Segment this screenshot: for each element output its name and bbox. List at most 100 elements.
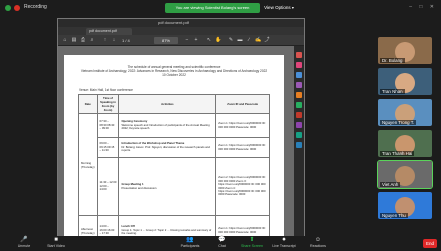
select-tool-icon[interactable]: ↖ (206, 37, 212, 43)
participant-name: Nguyen Thu (380, 213, 408, 218)
participant-tile[interactable]: Dr. Bolang (378, 37, 432, 64)
draw-icon[interactable]: ∕ (246, 37, 252, 43)
activity-text: Presentation and discussion (121, 185, 157, 190)
view-options-label: View Options (264, 5, 291, 10)
participant-name: Dr. Bolang (380, 58, 405, 63)
comment-icon[interactable]: ✎ (228, 37, 234, 43)
col-header-activities: Activities (118, 94, 217, 114)
table-cell-time: 07:30 – 08:30 08:30 – 09:00 (96, 113, 120, 138)
pdf-right-toolbar (294, 46, 304, 236)
zoom-window: Recording You are viewing Scientist Bola… (0, 0, 441, 251)
table-cell-activity: Opening Ceremony Welcome speech and Intr… (118, 113, 217, 138)
unmute-button[interactable]: 🎤 Unmute (6, 237, 42, 251)
col-header-time: Time of Speaking in Zoom (by Zoom) (96, 94, 120, 114)
participants-label: Participants (180, 244, 200, 248)
table-row: 11:30 – 12:00 12:00 – 14:00 Group Meetin… (79, 157, 270, 216)
table-cell-zoom: Zoom 1: https://zoom.us/j/0000000 ID: 00… (215, 137, 270, 158)
sign-icon[interactable]: ✍ (255, 37, 261, 43)
highlight-icon[interactable]: ▬ (237, 37, 243, 43)
view-options-button[interactable]: View Options ▾ (262, 3, 296, 13)
share-screen-button[interactable]: ⬆ Share Screen (234, 237, 270, 251)
unmute-label: Unmute (17, 244, 31, 248)
optimize-icon[interactable] (296, 132, 302, 138)
table-cell-time: 09:00 – 09:15 09:15 – 11:30 (96, 137, 120, 158)
start-video-label: Start Video (47, 244, 65, 248)
screen-share-banner: You are viewing Scientist Bolang's scree… (165, 3, 260, 13)
pdf-page: The schedule of annual general meeting a… (64, 55, 284, 246)
reactions-label: Reactions (310, 244, 326, 248)
participant-tile-active-speaker[interactable]: Viet Anh (377, 160, 433, 189)
participant-name: Tran Nhan (380, 89, 405, 94)
zoom-in-icon[interactable]: + (193, 37, 199, 43)
window-controls[interactable]: – □ ✕ (409, 4, 437, 10)
chevron-down-icon: ▾ (291, 5, 294, 10)
document-venue: Venue: Main Hall, 1st floor conference (79, 88, 133, 92)
export-pdf-icon[interactable] (296, 52, 302, 58)
table-cell-activity: Group Meeting 1 Presentation and discuss… (118, 157, 217, 216)
organize-pages-icon[interactable] (296, 102, 302, 108)
col-header-zoom: Zoom ID and Passcode (215, 94, 270, 114)
participant-panel: Dr. Bolang Tran Nhan Nguyen Trong T. Tra… (377, 37, 433, 223)
meeting-controls-bar: 🎤 Unmute ■ Start Video 👥 Participants 💬 … (0, 236, 441, 251)
fill-sign-icon[interactable] (296, 142, 302, 148)
pdf-window-title: pdf document.pdf (158, 20, 189, 25)
video-camera-icon: ■ (54, 237, 58, 243)
document-title-line-3: 10 October 2022 (162, 73, 186, 77)
recording-icon (14, 5, 20, 11)
pdf-tab[interactable]: pdf document.pdf (86, 28, 132, 35)
comment-tool-icon[interactable] (296, 82, 302, 88)
participant-tile[interactable]: Nguyen Trong T. (378, 99, 432, 126)
participant-tile[interactable]: Tran Nhan (378, 68, 432, 95)
table-cell-zoom: Zoom 2: https://zoom.us/j/0000000 ID: 00… (215, 157, 270, 216)
edit-pdf-icon[interactable] (296, 62, 302, 68)
pdf-window-titlebar: pdf document.pdf (58, 19, 304, 34)
combine-files-icon[interactable] (296, 92, 302, 98)
page-indicator[interactable]: 1 / 4 (122, 37, 130, 44)
start-video-button[interactable]: ■ Start Video (38, 237, 74, 251)
microphone-muted-icon: 🎤 (20, 237, 28, 243)
participant-name: Viet Anh (380, 182, 401, 187)
participants-button[interactable]: 👥 Participants (172, 237, 208, 251)
page-down-icon[interactable]: ↓ (111, 37, 117, 43)
protect-icon[interactable] (296, 122, 302, 128)
redact-icon[interactable] (296, 112, 302, 118)
home-icon[interactable]: ⌂ (62, 37, 68, 43)
create-pdf-icon[interactable] (296, 72, 302, 78)
table-cell-date: Morning (Thursday) (78, 113, 98, 216)
zoom-out-icon[interactable]: − (184, 37, 190, 43)
live-transcript-button[interactable]: ⏺ Live Transcript (266, 237, 302, 251)
document-header: The schedule of annual general meeting a… (64, 65, 284, 77)
pdf-tab-strip: pdf document.pdf (58, 27, 304, 35)
schedule-table: Date Time of Speaking in Zoom (by Zoom) … (78, 94, 270, 246)
table-row: 09:00 – 09:15 09:15 – 11:30 Introduction… (79, 137, 270, 158)
share-screen-icon: ⬆ (249, 237, 255, 243)
table-cell-time: 11:30 – 12:00 12:00 – 14:00 (96, 157, 120, 216)
page-up-icon[interactable]: ↑ (102, 37, 108, 43)
col-header-date: Date (78, 94, 98, 114)
end-meeting-button[interactable]: End (423, 239, 437, 248)
share-screen-label: Share Screen (241, 244, 263, 248)
recording-label: Recording (24, 4, 47, 10)
participant-tile[interactable]: Tran Thanh Hai (378, 130, 432, 157)
participant-name: Tran Thanh Hai (380, 151, 415, 156)
table-cell-zoom: Zoom 1: https://zoom.us/j/0000000 ID: 00… (215, 113, 270, 138)
zoom-select[interactable]: 87% (154, 37, 178, 44)
reactions-button[interactable]: ☺ Reactions (300, 237, 336, 251)
hand-tool-icon[interactable]: ✋ (215, 37, 221, 43)
print-icon[interactable]: ⎙ (80, 37, 86, 43)
search-icon[interactable]: ⌕ (89, 37, 95, 43)
window-buttons[interactable] (62, 21, 76, 34)
meeting-topbar: Recording You are viewing Scientist Bola… (0, 0, 441, 17)
share-icon[interactable]: ⤴ (264, 37, 270, 43)
activity-text: Dr. Bolang; Assoc. Prof. Nguyen; discuss… (121, 144, 210, 153)
smiley-icon: ☺ (314, 237, 322, 243)
closed-caption-icon: ⏺ (282, 237, 286, 243)
save-icon[interactable]: ▤ (71, 37, 77, 43)
table-row: Morning (Thursday) 07:30 – 08:30 08:30 –… (78, 113, 270, 216)
pdf-viewport[interactable]: The schedule of annual general meeting a… (58, 46, 295, 246)
table-header-row: Date Time of Speaking in Zoom (by Zoom) … (78, 94, 270, 114)
activity-text: Group 1: Topic 1 ... Group 2: Topic 2 ..… (121, 227, 212, 236)
participant-tile[interactable]: Nguyen Thu (378, 192, 432, 219)
security-icon[interactable] (5, 5, 11, 11)
activity-text: Welcome speech and Introduction of parti… (121, 122, 210, 131)
